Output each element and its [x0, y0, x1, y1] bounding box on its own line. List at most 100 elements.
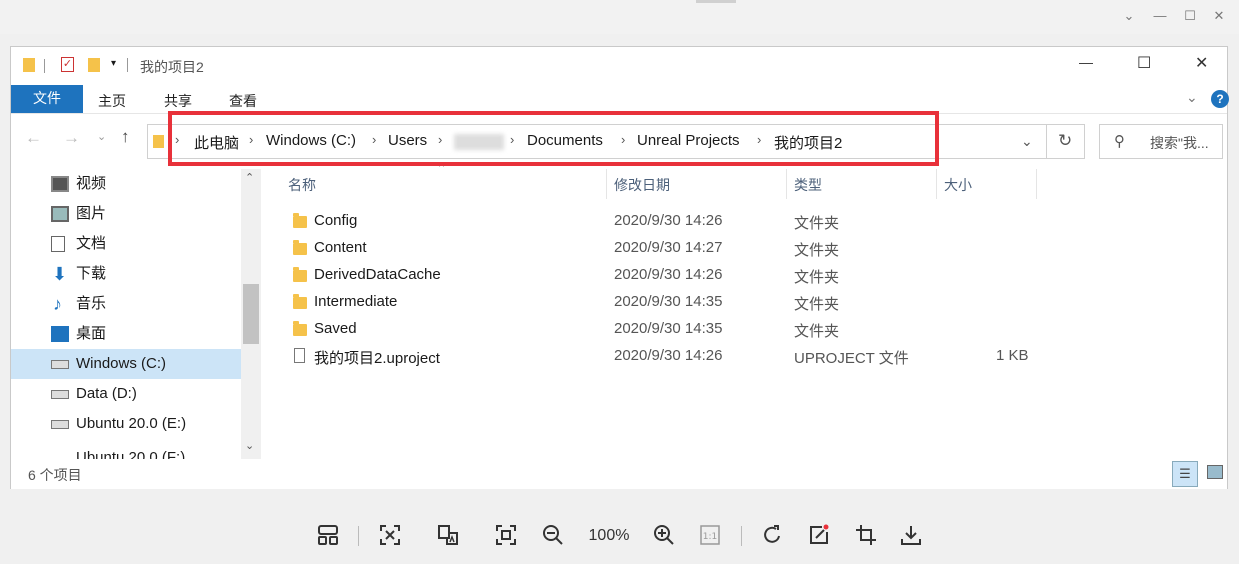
up-arrow-icon[interactable]: ↑	[121, 127, 130, 147]
folder-icon	[293, 321, 307, 336]
quick-access-dropdown-icon[interactable]: ▾	[111, 58, 116, 69]
sidebar-item-windows-c[interactable]: Windows (C:)	[11, 349, 241, 379]
file-name: 我的项目2.uproject	[314, 350, 440, 367]
actual-size-icon[interactable]: 1:1	[694, 518, 726, 554]
download-icon[interactable]	[895, 518, 927, 554]
search-placeholder: 搜索"我...	[1150, 135, 1209, 151]
sidebar-item-downloads[interactable]: ⬇ 下载	[11, 259, 241, 289]
close-button[interactable]: ✕	[1195, 53, 1208, 73]
document-icon	[294, 348, 305, 363]
folder-icon	[293, 213, 307, 228]
viewer-minimize-button[interactable]: —	[1152, 8, 1168, 23]
tab-share[interactable]: 共享	[164, 91, 192, 111]
file-list: ^ 名称 修改日期 类型 大小 Config 2020/9/30 14:26 文…	[261, 161, 1227, 459]
divider[interactable]	[786, 169, 787, 199]
translate-icon[interactable]	[432, 518, 464, 554]
zoom-in-icon[interactable]	[648, 518, 680, 554]
viewer-collapse-button[interactable]: ⌄	[1121, 8, 1137, 24]
sidebar-item-label: 音乐	[76, 295, 107, 312]
sidebar-item-ubuntu-f[interactable]: Ubuntu 20.0 (F:)	[11, 445, 241, 459]
chevron-down-icon[interactable]: ⌄	[1021, 133, 1033, 150]
video-icon	[51, 176, 69, 192]
expand-ribbon-icon[interactable]: ⌄	[1186, 89, 1198, 106]
file-type: 文件夹	[794, 323, 840, 340]
divider	[741, 526, 742, 546]
table-row[interactable]: Content 2020/9/30 14:27 文件夹	[261, 235, 1227, 262]
table-row[interactable]: DerivedDataCache 2020/9/30 14:26 文件夹	[261, 262, 1227, 289]
maximize-button[interactable]: ☐	[1137, 53, 1151, 73]
download-icon: ⬇	[52, 264, 68, 284]
search-input[interactable]: ⚲ 搜索"我...	[1099, 124, 1223, 159]
forward-arrow-icon[interactable]: →	[63, 128, 80, 148]
sidebar-item-data-d[interactable]: Data (D:)	[11, 379, 241, 409]
rotate-icon[interactable]	[756, 518, 788, 554]
recent-locations-icon[interactable]: ⌄	[97, 130, 106, 143]
file-name: Saved	[314, 320, 357, 337]
help-icon[interactable]: ?	[1211, 90, 1229, 108]
file-modified: 2020/9/30 14:27	[614, 239, 723, 256]
table-row[interactable]: Intermediate 2020/9/30 14:35 文件夹	[261, 289, 1227, 316]
file-type: 文件夹	[794, 215, 840, 232]
fit-screen-icon[interactable]	[490, 518, 522, 554]
crop-text-icon[interactable]	[374, 518, 406, 554]
tab-file[interactable]: 文件	[11, 85, 83, 113]
back-arrow-icon[interactable]: ←	[25, 128, 42, 148]
table-row[interactable]: 我的项目2.uproject 2020/9/30 14:26 UPROJECT …	[261, 343, 1227, 370]
scroll-up-icon[interactable]: ⌃	[245, 171, 254, 184]
file-modified: 2020/9/30 14:26	[614, 212, 723, 229]
column-modified[interactable]: 修改日期	[614, 175, 670, 195]
table-row[interactable]: Saved 2020/9/30 14:35 文件夹	[261, 316, 1227, 343]
sidebar-item-pictures[interactable]: 图片	[11, 199, 241, 229]
properties-icon[interactable]: ✓	[61, 57, 74, 72]
status-bar: 6 个项目 ☰	[11, 459, 1227, 489]
refresh-button[interactable]: ↻	[1047, 124, 1085, 159]
sidebar-item-label: Ubuntu 20.0 (F:)	[76, 449, 186, 459]
desktop-icon	[51, 326, 69, 342]
sidebar-item-ubuntu-e[interactable]: Ubuntu 20.0 (E:)	[11, 409, 241, 439]
column-size[interactable]: 大小	[944, 175, 972, 195]
search-icon: ⚲	[1114, 133, 1125, 150]
item-count: 6 个项目	[28, 467, 82, 483]
sidebar-item-label: Ubuntu 20.0 (E:)	[76, 415, 187, 432]
sidebar-item-videos[interactable]: 视频	[11, 169, 241, 199]
svg-text:1:1: 1:1	[703, 532, 717, 542]
large-icons-view-icon[interactable]	[1207, 465, 1223, 479]
folder-icon	[153, 135, 164, 148]
details-view-icon[interactable]: ☰	[1172, 461, 1198, 487]
viewer-maximize-button[interactable]: ☐	[1182, 8, 1198, 24]
tab-view[interactable]: 查看	[229, 91, 257, 111]
file-modified: 2020/9/30 14:26	[614, 266, 723, 283]
layout-icon[interactable]	[312, 518, 344, 554]
table-row[interactable]: Config 2020/9/30 14:26 文件夹	[261, 208, 1227, 235]
column-type[interactable]: 类型	[794, 175, 822, 195]
sidebar-item-documents[interactable]: 文档	[11, 229, 241, 259]
sidebar-item-music[interactable]: ♪ 音乐	[11, 289, 241, 319]
divider[interactable]	[936, 169, 937, 199]
file-type: 文件夹	[794, 242, 840, 259]
sidebar-item-label: 文档	[76, 235, 107, 252]
new-folder-icon[interactable]	[88, 58, 100, 72]
divider[interactable]	[1036, 169, 1037, 199]
pictures-icon	[51, 206, 69, 222]
file-modified: 2020/9/30 14:26	[614, 347, 723, 364]
window-title: 我的项目2	[140, 59, 204, 75]
divider[interactable]	[606, 169, 607, 199]
minimize-button[interactable]: —	[1079, 54, 1093, 70]
file-modified: 2020/9/30 14:35	[614, 320, 723, 337]
nav-scrollbar[interactable]: ⌃ ⌄	[241, 169, 261, 459]
sidebar-item-desktop[interactable]: 桌面	[11, 319, 241, 349]
file-type: 文件夹	[794, 296, 840, 313]
column-name[interactable]: 名称	[288, 175, 316, 195]
folder-icon	[293, 294, 307, 309]
tab-home[interactable]: 主页	[98, 91, 126, 111]
edit-icon[interactable]	[803, 518, 835, 554]
drive-icon	[51, 420, 69, 429]
crop-icon[interactable]	[850, 518, 882, 554]
refresh-icon: ↻	[1058, 131, 1073, 150]
drag-grip[interactable]	[696, 0, 736, 3]
zoom-out-icon[interactable]	[537, 518, 569, 554]
scroll-thumb[interactable]	[243, 284, 259, 344]
scroll-down-icon[interactable]: ⌄	[245, 439, 254, 452]
viewer-close-button[interactable]: ✕	[1211, 8, 1227, 24]
navigation-pane: 视频 图片 文档 ⬇ 下载 ♪ 音乐 桌面 Windows (C:) Data …	[11, 169, 261, 459]
